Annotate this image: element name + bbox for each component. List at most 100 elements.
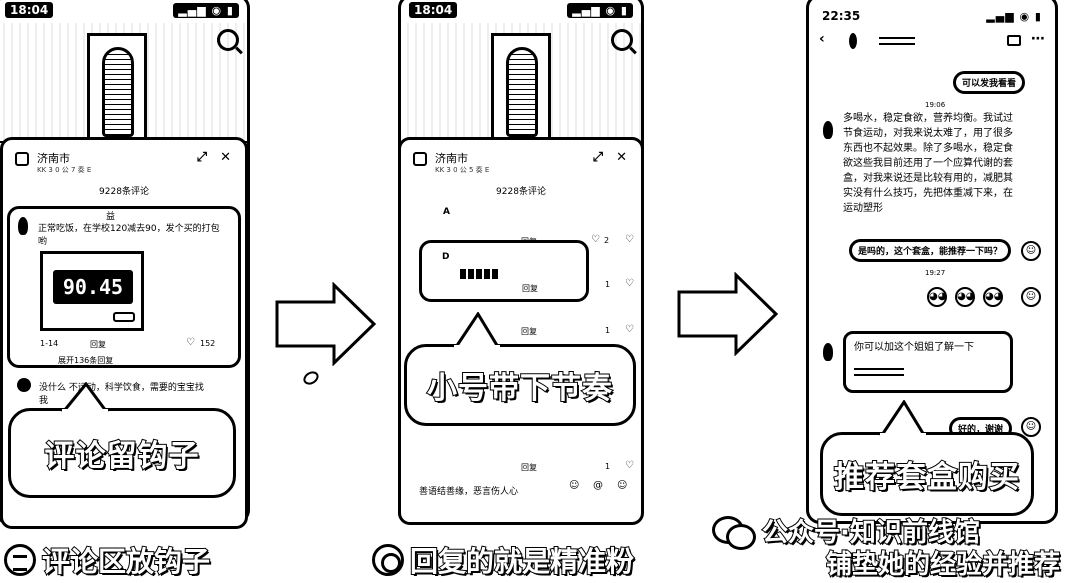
location-name: 济南市 xyxy=(435,152,468,165)
sent-pill-mid: 是吗的，这个套盒，能推荐一下吗？ xyxy=(849,239,1012,262)
redacted-text xyxy=(460,269,500,279)
bubble-tail-3 xyxy=(879,400,927,436)
sent-pill-top: 可以发我看看 xyxy=(953,71,1026,94)
scale-image[interactable]: 90.45 xyxy=(40,251,144,331)
comment-input[interactable]: 善语结善缘，恶言伤人心 xyxy=(419,484,518,497)
reply-button[interactable]: 回复 xyxy=(521,326,537,337)
caption-text: 回复的就是精准粉 xyxy=(409,544,635,579)
label-text: 小号带下节奏 xyxy=(426,370,613,407)
search-icon[interactable] xyxy=(611,29,633,51)
arrow-icon xyxy=(677,272,779,356)
target-icon xyxy=(372,544,404,576)
share-icon[interactable]: ⤢ xyxy=(197,150,207,165)
highlighted-reply[interactable]: D 回复 xyxy=(419,240,589,302)
comment-author: A xyxy=(443,207,450,217)
caption-2: 回复的就是精准粉 xyxy=(372,540,635,580)
message-text: 你可以加这个姐姐了解一下 xyxy=(854,342,974,353)
emoji-icon: ☺ xyxy=(1021,417,1041,437)
heart-icon[interactable]: ♡ xyxy=(186,337,195,348)
long-message: 多喝水，稳定食欲，营养均衡。我试过节食运动，对我来说太难了，用了很多东西也不起效… xyxy=(843,111,1015,235)
emoji-icon: ◕◕ xyxy=(927,287,947,307)
like-count: 1 xyxy=(605,326,611,335)
back-icon[interactable]: ‹ xyxy=(819,31,825,47)
expand-replies[interactable]: 展开136条回复 xyxy=(58,355,113,366)
arrow-icon xyxy=(275,282,377,366)
heart-icon[interactable]: ♡ xyxy=(625,234,634,245)
bubble-tail-1 xyxy=(61,382,109,412)
label-bubble-1: 评论留钩子 xyxy=(8,408,236,498)
person-figure xyxy=(102,47,134,137)
reply-button[interactable]: 回复 xyxy=(90,339,106,350)
chat-header: ‹ ⋯ xyxy=(819,31,1045,53)
video-preview xyxy=(401,23,641,143)
avatar xyxy=(17,378,31,392)
status-time: 18:04 xyxy=(409,2,458,18)
comment-text-2: 哟 xyxy=(38,237,48,247)
scale-reading: 90.45 xyxy=(62,275,124,299)
sheet-header: 济南市 KK 3 0 公 5 奏 E ⤢ ✕ xyxy=(413,150,629,180)
reply-button[interactable]: 回复 xyxy=(521,462,537,473)
redacted-name xyxy=(879,37,915,45)
video-icon[interactable] xyxy=(1007,35,1021,46)
status-icons: ▂▄▆ ◉ ▮ xyxy=(986,9,1042,23)
heart-icon[interactable]: ♡ xyxy=(625,324,634,335)
heart-icon[interactable]: ♡ xyxy=(591,234,600,245)
close-icon[interactable]: ✕ xyxy=(616,150,627,165)
status-bar: 18:04 ▂▄▆ ◉ ▮ xyxy=(401,0,641,23)
emoji-icon: ◕◕ xyxy=(955,287,975,307)
status-bar: 18:04 ▂▄▆ ◉ ▮ xyxy=(0,0,247,23)
like-count: 1 xyxy=(605,280,611,289)
status-icons: ▂▄▆ ◉ ▮ xyxy=(173,2,239,18)
caption-text: 评论区放钩子 xyxy=(41,544,211,579)
emoji-icon[interactable]: ☺ xyxy=(569,480,579,491)
share-icon[interactable]: ⤢ xyxy=(593,150,603,165)
comment-time: 1-14 xyxy=(40,339,59,348)
recommend-message: 你可以加这个姐姐了解一下 xyxy=(843,331,1013,393)
label-text: 评论留钩子 xyxy=(44,438,200,475)
location-name: 济南市 xyxy=(37,152,70,165)
emoji-icon: ☺ xyxy=(1021,241,1041,261)
comment-text: 正常吃饭，在学校120减去90，发个买的打包 xyxy=(38,224,220,234)
search-icon[interactable] xyxy=(217,29,239,51)
avatar xyxy=(18,217,28,235)
comment-count: 9228条评论 xyxy=(496,187,546,197)
tear-drop-icon xyxy=(303,371,319,385)
emoji-icon: ☺ xyxy=(1021,287,1041,307)
status-time: 22:35 xyxy=(822,9,861,23)
like-count: 152 xyxy=(200,339,216,348)
comment-text-2: 我 xyxy=(39,396,49,406)
timestamp: 19:06 xyxy=(925,101,946,109)
more-icon[interactable]: ⋯ xyxy=(1031,31,1045,47)
avatar xyxy=(823,343,833,361)
avatar xyxy=(849,33,857,49)
like-count: 1 xyxy=(605,462,611,471)
status-icons: ▂▄▆ ◉ ▮ xyxy=(567,2,633,18)
location-icon xyxy=(413,152,427,166)
scale-display: 90.45 xyxy=(53,270,133,304)
contact-card[interactable] xyxy=(854,368,904,376)
reply-button[interactable]: 回复 xyxy=(522,283,538,294)
caption-1: 评论区放钩子 xyxy=(4,540,211,580)
smile-icon[interactable]: ☺ xyxy=(617,480,627,491)
bubble-tail-2 xyxy=(453,312,501,348)
heart-icon[interactable]: ♡ xyxy=(625,278,634,289)
label-text: 推荐套盒购买 xyxy=(833,459,1020,496)
label-bubble-2: 小号带下节奏 xyxy=(404,344,636,426)
sheet-header: 济南市 KK 3 0 公 7 奏 E ⤢ ✕ xyxy=(15,150,233,180)
heart-icon[interactable]: ♡ xyxy=(625,460,634,471)
wechat-icon xyxy=(712,514,756,550)
person-figure xyxy=(506,47,538,137)
close-icon[interactable]: ✕ xyxy=(220,150,231,165)
status-bar: 22:35 ▂▄▆ ◉ ▮ xyxy=(809,3,1055,29)
at-icon[interactable]: @ xyxy=(593,480,603,491)
avatar xyxy=(823,121,833,139)
caption-3: 铺垫她的经验并推荐 xyxy=(825,549,1061,581)
list-icon xyxy=(4,544,36,576)
comment-count: 9228条评论 xyxy=(99,187,149,197)
like-count: 2 xyxy=(604,236,610,245)
label-bubble-3: 推荐套盒购买 xyxy=(820,432,1034,516)
location-sub: KK 3 0 公 5 奏 E xyxy=(435,166,490,174)
status-time: 18:04 xyxy=(5,2,54,18)
timestamp: 19:27 xyxy=(925,269,946,277)
highlighted-comment[interactable]: 益 正常吃饭，在学校120减去90，发个买的打包 哟 90.45 1-14 回复… xyxy=(7,206,241,368)
